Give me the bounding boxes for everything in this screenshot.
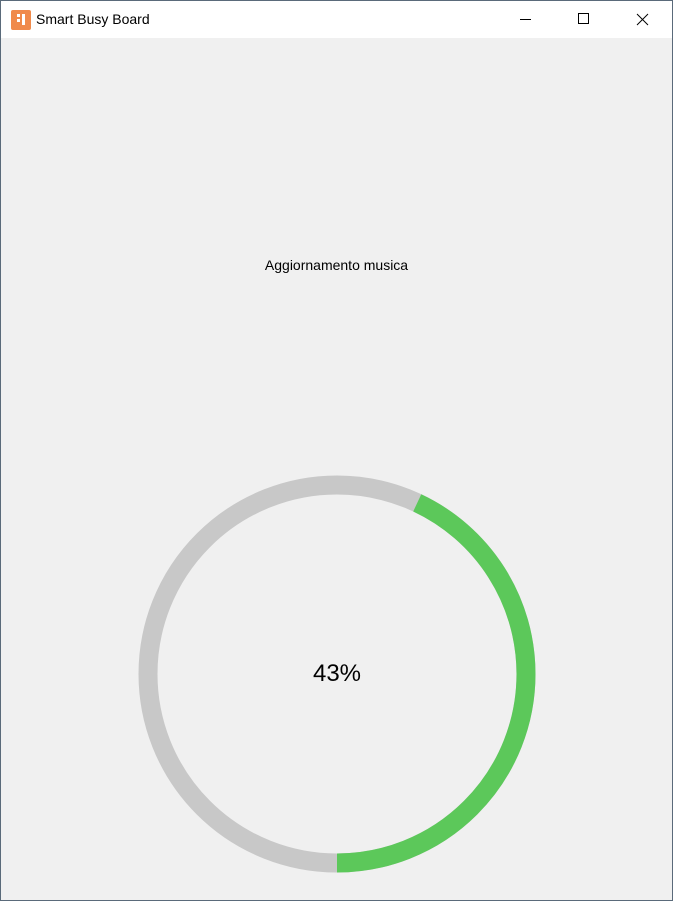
- close-button[interactable]: [614, 1, 672, 38]
- close-icon: [636, 13, 649, 26]
- maximize-button[interactable]: [555, 1, 613, 38]
- maximize-icon: [578, 13, 589, 24]
- main-content: Aggiornamento musica 43%: [1, 38, 672, 900]
- title-bar[interactable]: Smart Busy Board: [1, 1, 672, 38]
- minimize-button[interactable]: [496, 1, 554, 38]
- progress-percent: 43%: [312, 660, 362, 687]
- status-label: Aggiornamento musica: [264, 257, 409, 273]
- minimize-icon: [520, 19, 531, 20]
- progress-ring: 43%: [138, 475, 536, 873]
- app-window: Smart Busy Board Aggiornamento musica 43…: [0, 0, 673, 901]
- window-title: Smart Busy Board: [36, 11, 150, 27]
- app-icon: [11, 10, 31, 30]
